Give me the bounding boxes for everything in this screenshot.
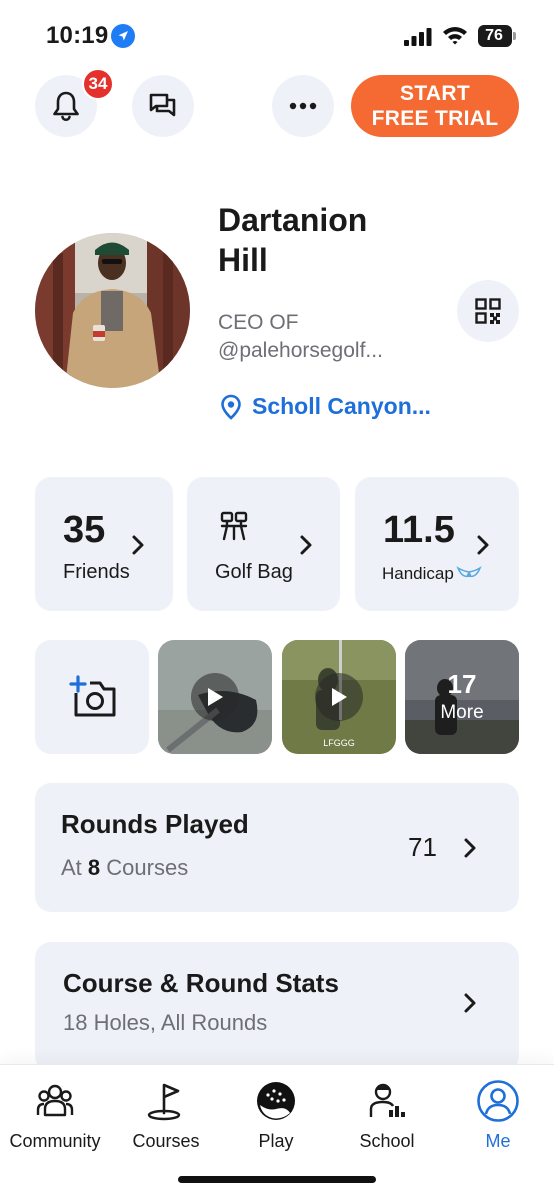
chevron-right-icon bbox=[477, 535, 489, 555]
start-free-trial-button[interactable]: START FREE TRIAL bbox=[351, 75, 519, 137]
signal-icon bbox=[404, 28, 432, 46]
chevron-right-icon bbox=[464, 838, 476, 858]
tab-courses[interactable]: Courses bbox=[111, 1079, 221, 1152]
handicap-value: 11.5 bbox=[383, 509, 455, 551]
play-button[interactable] bbox=[315, 673, 363, 721]
video-thumbnail-2[interactable]: LFGGG bbox=[282, 640, 396, 754]
course-round-stats-card[interactable] bbox=[35, 942, 519, 1072]
add-photo-button[interactable] bbox=[35, 640, 149, 754]
location-arrow-icon bbox=[111, 24, 135, 48]
chevron-right-icon bbox=[132, 535, 144, 555]
avatar[interactable] bbox=[35, 233, 190, 388]
rounds-sub-suffix: Courses bbox=[106, 855, 189, 880]
course-round-stats-subtitle: 18 Holes, All Rounds bbox=[63, 1010, 268, 1035]
battery-percent: 76 bbox=[485, 27, 503, 44]
home-indicator bbox=[178, 1176, 376, 1183]
more-media-count: 17 bbox=[447, 669, 477, 699]
tab-label: Community bbox=[9, 1131, 101, 1151]
location-label: Scholl Canyon... bbox=[252, 393, 431, 419]
friends-label: Friends bbox=[63, 561, 130, 583]
notification-badge: 34 bbox=[82, 68, 114, 100]
trial-label-line1: START bbox=[400, 82, 470, 105]
more-options-button[interactable] bbox=[272, 75, 334, 137]
trial-label-line2: FREE TRIAL bbox=[371, 107, 499, 130]
school-icon bbox=[369, 1083, 405, 1117]
profile-name: Dartanion Hill bbox=[218, 200, 367, 280]
profile-first-name: Dartanion bbox=[218, 202, 368, 238]
play-button[interactable] bbox=[191, 673, 239, 721]
profile-last-name: Hill bbox=[218, 242, 268, 278]
rounds-sub-prefix: At bbox=[61, 855, 82, 880]
status-time: 10:19 bbox=[46, 22, 109, 49]
friends-card[interactable]: 35 Friends bbox=[35, 477, 173, 611]
messages-button[interactable] bbox=[132, 75, 194, 137]
rounds-played-card[interactable] bbox=[35, 783, 519, 912]
tab-label: Courses bbox=[132, 1131, 200, 1151]
handicap-card[interactable]: 11.5 Handicap bbox=[355, 477, 519, 611]
battery-indicator: 76 bbox=[478, 25, 516, 47]
avatar-photo bbox=[35, 233, 190, 388]
qr-code-button[interactable] bbox=[457, 280, 519, 342]
more-media-tile[interactable]: 17 More bbox=[405, 640, 519, 754]
golf-bag-card[interactable]: Golf Bag bbox=[187, 477, 340, 611]
play-icon bbox=[208, 688, 223, 706]
rounds-played-title: Rounds Played bbox=[61, 809, 249, 839]
course-round-stats-title: Course & Round Stats bbox=[63, 968, 339, 998]
qr-code-icon bbox=[475, 298, 501, 324]
bio-line-1: CEO OF bbox=[218, 311, 299, 334]
bell-icon bbox=[53, 91, 79, 121]
tab-school[interactable]: School bbox=[332, 1079, 442, 1152]
profile-bio: CEO OF @palehorsegolf... bbox=[218, 309, 383, 365]
add-camera-icon bbox=[69, 675, 116, 717]
friends-count: 35 bbox=[63, 509, 106, 551]
thumbnail-watermark: LFGGG bbox=[323, 738, 355, 748]
course-count: 8 bbox=[87, 855, 101, 880]
tab-me[interactable]: Me bbox=[443, 1079, 553, 1152]
tab-label: Play bbox=[258, 1131, 294, 1151]
tab-play[interactable]: Play bbox=[221, 1079, 331, 1152]
profile-location-link[interactable]: Scholl Canyon... bbox=[220, 393, 431, 420]
chevron-right-icon bbox=[464, 993, 476, 1013]
bio-line-2: @palehorsegolf... bbox=[218, 339, 383, 362]
golf-ball-icon bbox=[257, 1082, 295, 1120]
rounds-played-subtitle: At 8 Courses bbox=[61, 855, 188, 881]
community-icon bbox=[36, 1084, 74, 1117]
more-media-label: More bbox=[440, 702, 484, 723]
wings-icon bbox=[456, 566, 482, 578]
golf-bag-label: Golf Bag bbox=[215, 561, 293, 583]
play-icon bbox=[332, 688, 347, 706]
video-thumbnail-1[interactable] bbox=[158, 640, 272, 754]
rounds-played-count: 71 bbox=[408, 832, 437, 862]
status-bar: 10:19 76 bbox=[0, 0, 554, 70]
ellipsis-icon bbox=[289, 102, 317, 110]
map-pin-icon bbox=[221, 394, 241, 420]
handicap-label: Handicap bbox=[382, 564, 454, 583]
tab-community[interactable]: Community bbox=[0, 1079, 110, 1152]
chevron-right-icon bbox=[300, 535, 312, 555]
tab-label: School bbox=[359, 1131, 415, 1151]
wifi-icon bbox=[443, 27, 467, 45]
golf-bag-icon bbox=[220, 511, 248, 541]
flag-icon bbox=[147, 1083, 181, 1121]
tab-label: Me bbox=[485, 1131, 511, 1151]
chat-icon bbox=[149, 93, 176, 117]
profile-icon bbox=[477, 1080, 519, 1122]
